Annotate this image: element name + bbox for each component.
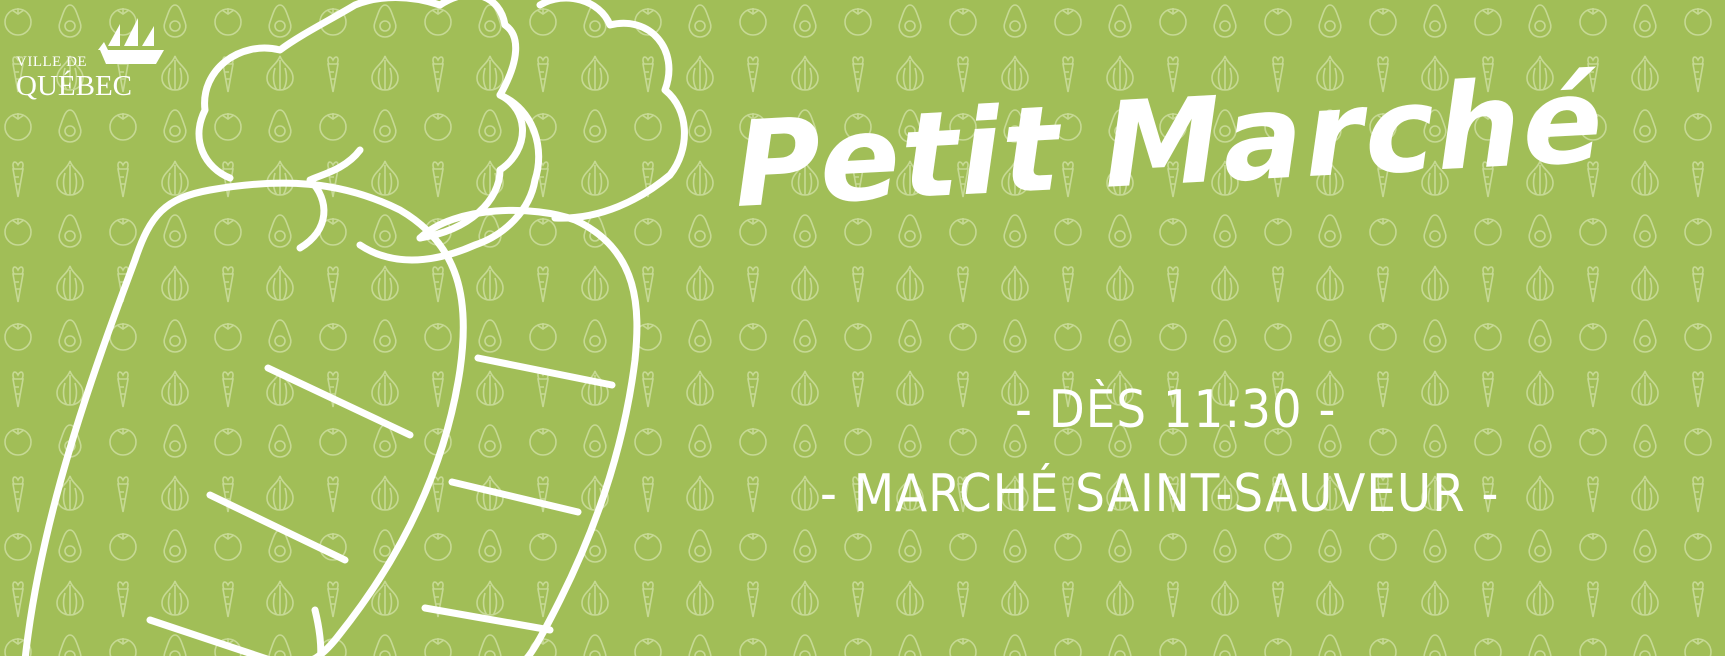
location-text: - MARCHÉ SAINT-SAUVEUR -	[820, 464, 1500, 524]
ship-icon	[98, 18, 164, 64]
event-banner: VILLE DE QUÉBEC Petit Marché - DÈS 11:30…	[0, 0, 1725, 656]
time-text: - DÈS 11:30 -	[1015, 380, 1337, 440]
logo-line-2: QUÉBEC	[16, 70, 132, 102]
ville-de-quebec-logo: VILLE DE QUÉBEC	[14, 16, 164, 106]
logo-line-1: VILLE DE	[16, 54, 88, 70]
